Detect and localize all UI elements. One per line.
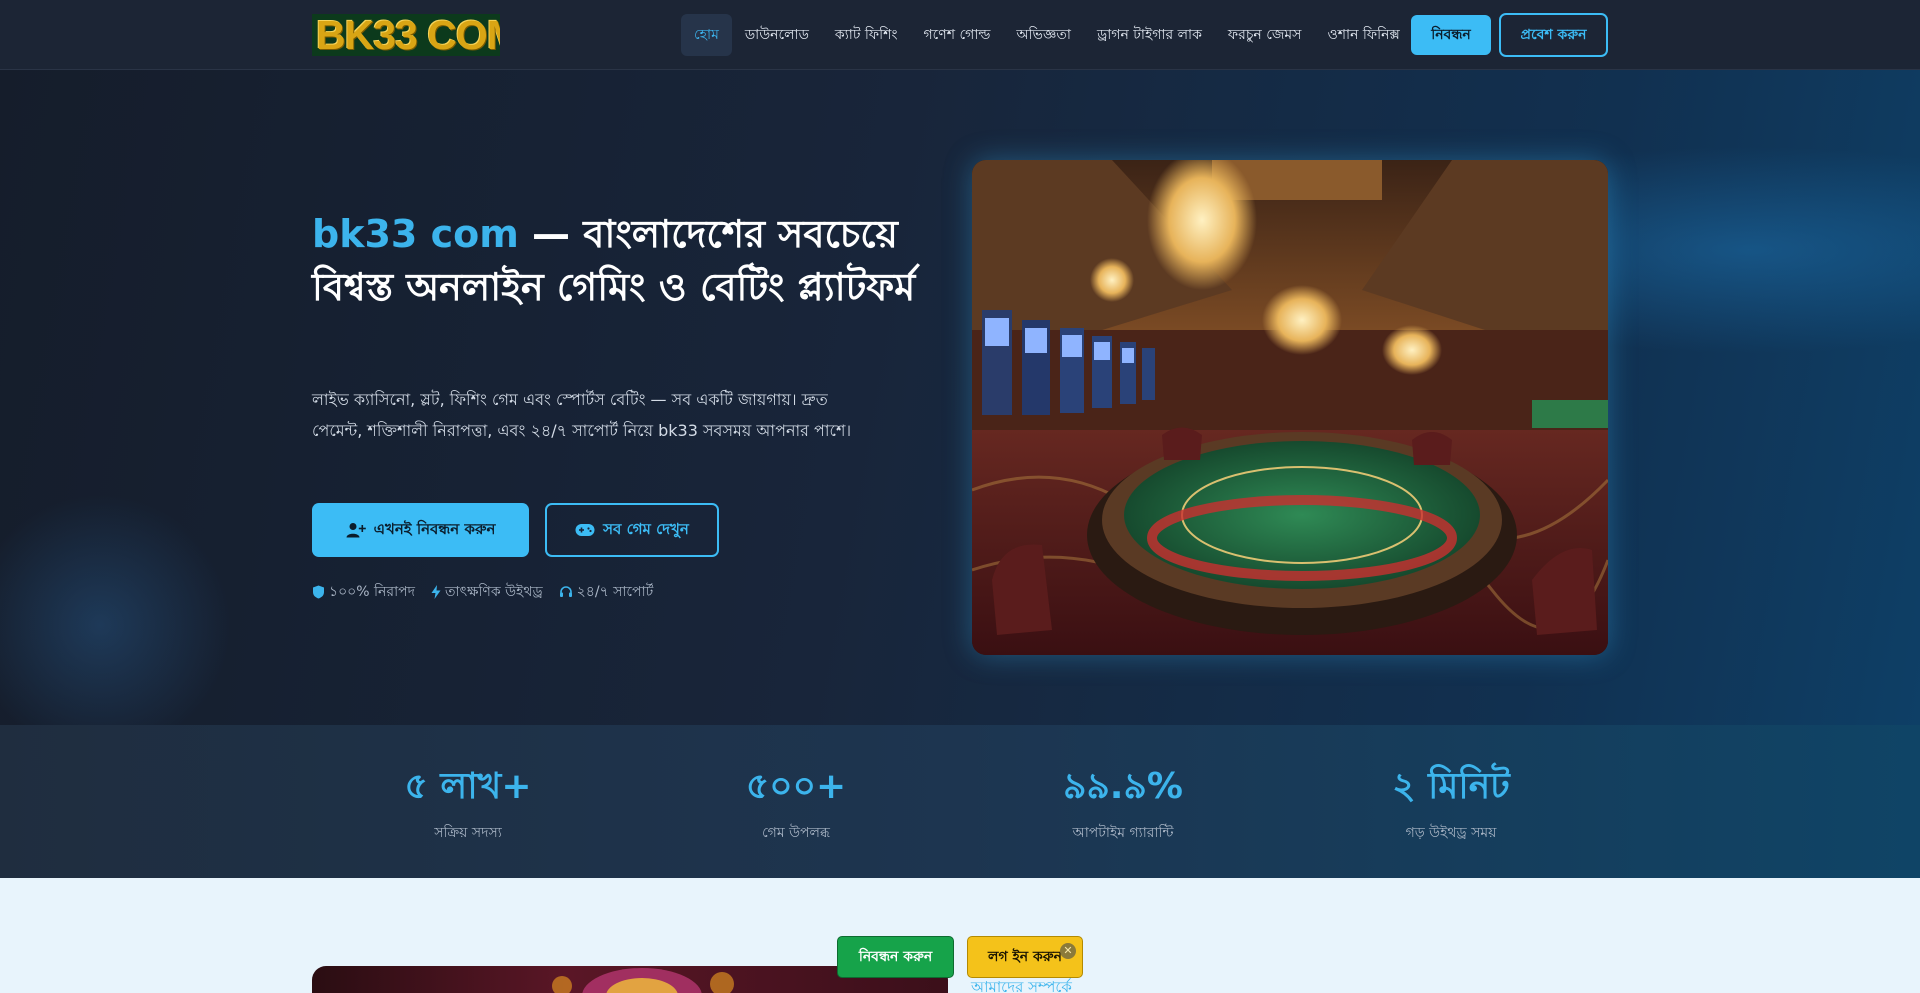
trust-badges: ১০০% নিরাপদ তাৎক্ষণিক উইথড্র ২৪/৭ সাপোর্… — [312, 582, 653, 602]
hero-section: bk33 com — বাংলাদেশের সবচেয়ে বিশ্বস্ত অ… — [0, 70, 1920, 725]
headset-icon — [559, 585, 573, 599]
stat-value: ২ মিনিট — [1392, 766, 1510, 807]
trust-badge-support: ২৪/৭ সাপোর্ট — [559, 582, 654, 602]
nav-item-download[interactable]: ডাউনলোড — [732, 14, 822, 56]
hero-title-brand: bk33 com — [312, 212, 519, 256]
main-nav: হোম ডাউনলোড ক্যাট ফিশিং গণেশ গোল্ড অভিজ্… — [681, 14, 1413, 56]
stat-value: ৯৯.৯% — [1063, 766, 1183, 807]
stat-label: গড় উইথড্র সময় — [1405, 825, 1497, 841]
shield-icon — [312, 585, 325, 599]
about-section: আমাদের সম্পর্কে — [0, 878, 1920, 993]
nav-item-cat-fishing[interactable]: ক্যাট ফিশিং — [822, 14, 911, 56]
nav-item-experience[interactable]: অভিজ্ঞতা — [1003, 14, 1084, 56]
floating-register-button[interactable]: নিবন্ধন করুন — [837, 936, 954, 978]
close-icon[interactable]: ✕ — [1060, 943, 1076, 959]
nav-item-home[interactable]: হোম — [681, 14, 732, 56]
trust-label-support: ২৪/৭ সাপোর্ট — [576, 584, 654, 600]
nav-item-ocean-phoenix[interactable]: ওশান ফিনিক্স — [1314, 14, 1412, 56]
stat-value: ৫ লাখ+ — [404, 766, 532, 807]
login-button[interactable]: প্রবেশ করুন — [1499, 13, 1608, 57]
stats-section: ৫ লাখ+ সক্রিয় সদস্য ৫০০+ গেম উপলব্ধ ৯৯.… — [0, 725, 1920, 878]
hero-register-label: এখনই নিবন্ধন করুন — [373, 519, 496, 538]
stat-value: ৫০০+ — [745, 766, 847, 807]
hero-games-button[interactable]: সব গেম দেখুন — [545, 503, 719, 557]
trust-badge-withdraw: তাৎক্ষণিক উইথড্র — [431, 582, 543, 602]
trust-label-withdraw: তাৎক্ষণিক উইথড্র — [445, 584, 543, 600]
bolt-icon — [431, 585, 441, 599]
hero-title: bk33 com — বাংলাদেশের সবচেয়ে বিশ্বস্ত অ… — [312, 208, 932, 314]
trust-label-secure: ১০০% নিরাপদ — [329, 584, 416, 600]
casino-hero-image — [972, 160, 1608, 655]
gamepad-icon — [575, 523, 595, 537]
user-plus-icon — [346, 522, 366, 538]
about-us-link[interactable]: আমাদের সম্পর্কে — [971, 976, 1072, 993]
stat-label: সক্রিয় সদস্য — [434, 825, 502, 841]
register-button[interactable]: নিবন্ধন — [1411, 15, 1491, 55]
stat-label: গেম উপলব্ধ — [762, 825, 830, 841]
hero-register-button[interactable]: এখনই নিবন্ধন করুন — [312, 503, 529, 557]
top-navbar: BK33 COM হোম ডাউনলোড ক্যাট ফিশিং গণেশ গো… — [0, 0, 1920, 70]
site-logo[interactable]: BK33 COM — [312, 14, 500, 56]
stat-label: আপটাইম গ্যারান্টি — [1072, 825, 1174, 841]
nav-item-ganesh-gold[interactable]: গণেশ গোল্ড — [910, 14, 1003, 56]
nav-item-dragon-tiger-luck[interactable]: ড্রাগন টাইগার লাক — [1084, 14, 1215, 56]
hero-description: লাইভ ক্যাসিনো, স্লট, ফিশিং গেম এবং স্পোর… — [312, 390, 852, 440]
hero-games-label: সব গেম দেখুন — [603, 519, 689, 538]
trust-badge-secure: ১০০% নিরাপদ — [312, 582, 415, 602]
nav-item-fortune-gems[interactable]: ফরচুন জেমস — [1215, 14, 1315, 56]
